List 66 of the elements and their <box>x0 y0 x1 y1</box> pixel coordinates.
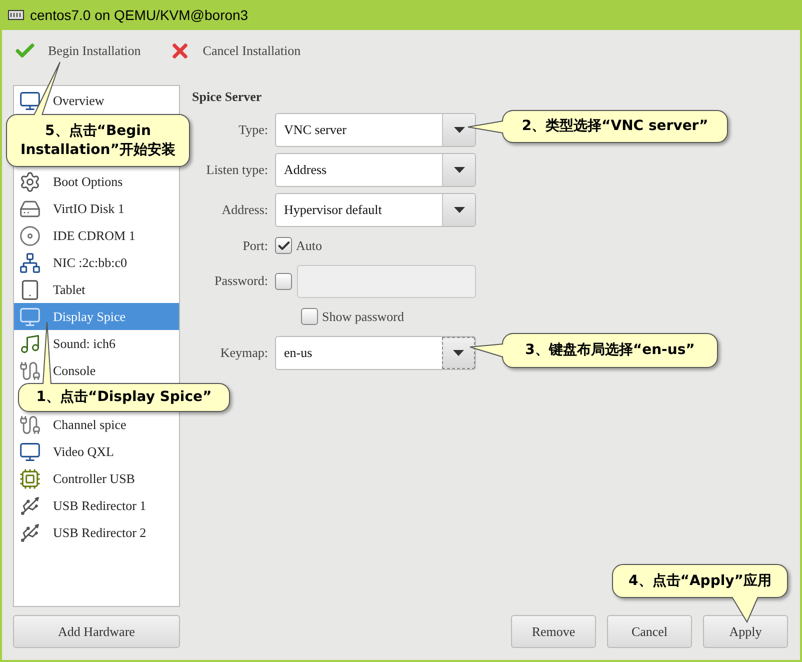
sound-card-icon <box>19 332 41 354</box>
toolbar-button[interactable]: Begin Installation <box>14 40 141 62</box>
sidebar-item[interactable]: USB Redirector 2 <box>14 519 179 546</box>
disc-icon <box>19 224 41 246</box>
dropdown-arrow-button[interactable] <box>442 154 475 186</box>
dialog-button[interactable]: Apply <box>703 615 788 648</box>
tooltip-pointer <box>732 597 758 622</box>
caret-icon <box>454 126 464 132</box>
sidebar-item[interactable]: Channel spice <box>14 411 179 438</box>
sidebar-item[interactable]: VirtIO Disk 1 <box>14 195 179 222</box>
field-label: Type: <box>238 120 268 139</box>
dropdown-arrow-button[interactable] <box>442 194 475 226</box>
monitor-icon <box>19 90 41 112</box>
monitor-icon <box>19 440 41 462</box>
sidebar-item[interactable]: Sound: ich6 <box>14 330 179 357</box>
checkbox[interactable] <box>301 308 318 325</box>
sidebar-item[interactable]: IDE CDROM 1 <box>14 222 179 249</box>
dialog-button[interactable]: Cancel <box>607 615 692 648</box>
field-label: Address: <box>220 200 268 219</box>
sidebar-item[interactable]: Console <box>14 357 179 384</box>
sidebar-item[interactable]: USB Redirector 1 <box>14 492 179 519</box>
caret-icon <box>453 350 464 356</box>
callout-tooltip: 5、点击“Begin Installation”开始安装 <box>6 114 190 167</box>
dropdown-arrow-button[interactable] <box>442 114 475 146</box>
dropdown[interactable]: en-us <box>275 336 476 370</box>
dialog-button[interactable]: Remove <box>511 615 596 648</box>
field-label: Port: <box>242 236 268 255</box>
field-label: Keymap: <box>219 344 268 362</box>
tablet-icon <box>19 278 41 300</box>
monitor-icon <box>19 306 41 328</box>
dropdown[interactable]: VNC server <box>275 112 476 146</box>
sidebar-item[interactable]: Video QXL <box>14 438 179 465</box>
sidebar-item[interactable]: NIC :2c:bb:c0 <box>14 249 179 276</box>
checkmark-icon <box>276 238 290 252</box>
dropdown[interactable]: Address <box>275 152 476 186</box>
sidebar-item[interactable]: Controller USB <box>14 465 179 492</box>
checkbox-label: Auto <box>296 236 322 255</box>
tooltip-pointer <box>43 322 51 384</box>
sidebar-item[interactable]: Boot Options <box>14 168 179 195</box>
dropdown[interactable]: Hypervisor default <box>275 192 476 226</box>
usb-icon <box>19 494 41 516</box>
caret-icon <box>454 206 464 212</box>
network-icon <box>19 252 41 274</box>
tooltip-pointer <box>468 121 503 133</box>
dropdown-arrow-button[interactable] <box>442 336 475 368</box>
sidebar-item[interactable]: Overview <box>14 87 179 114</box>
window-title: centos7.0 on QEMU/KVM@boron3 <box>30 6 248 25</box>
callout-tooltip: 1、点击“Display Spice” <box>18 383 230 412</box>
usb-icon <box>19 522 41 544</box>
callout-tooltip: 3、键盘布局选择“en-us” <box>502 333 718 368</box>
add-hardware-button[interactable]: Add Hardware <box>13 615 180 648</box>
callout-tooltip: 2、类型选择“VNC server” <box>502 110 728 143</box>
field-label: Password: <box>214 272 268 290</box>
tooltip-pointer <box>470 344 503 357</box>
field-label: Listen type: <box>205 160 268 179</box>
checkbox-label: Show password <box>322 308 404 326</box>
section-title: Spice Server <box>192 88 263 106</box>
card-icon <box>19 468 41 490</box>
cable-icon <box>19 414 41 436</box>
toolbar-button[interactable]: Cancel Installation <box>168 40 301 62</box>
cable-icon <box>19 360 41 382</box>
sidebar-item[interactable]: Tablet <box>14 276 179 303</box>
checkbox[interactable] <box>275 237 292 254</box>
window-icon <box>8 10 24 20</box>
gears-icon <box>19 170 41 192</box>
caret-icon <box>454 166 464 172</box>
